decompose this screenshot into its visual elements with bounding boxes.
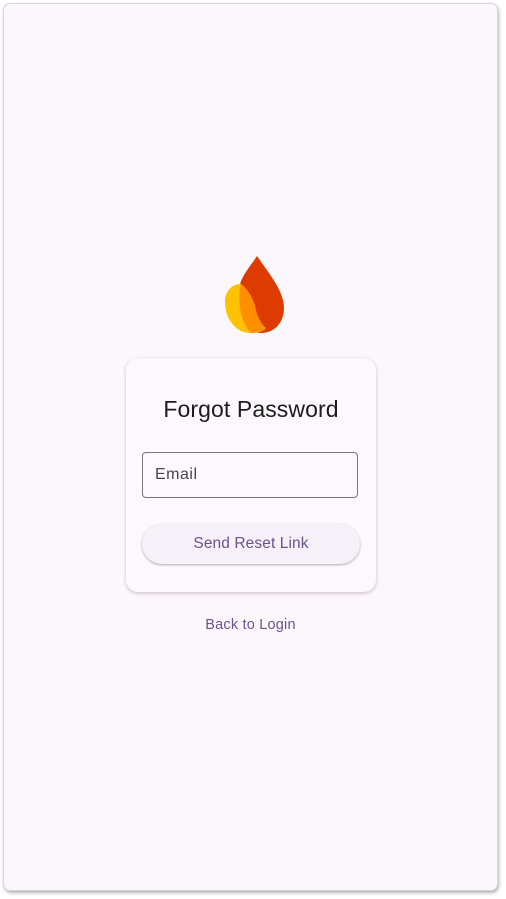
email-input[interactable] <box>143 453 357 497</box>
app-screen: Forgot Password Send Reset Link Back to … <box>4 4 497 890</box>
back-to-login-link[interactable]: Back to Login <box>4 617 497 633</box>
send-reset-link-button[interactable]: Send Reset Link <box>142 524 360 564</box>
forgot-password-card: Forgot Password Send Reset Link <box>126 358 376 592</box>
email-field[interactable] <box>142 452 358 498</box>
page-title: Forgot Password <box>163 396 339 422</box>
flame-logo-icon <box>225 256 284 333</box>
